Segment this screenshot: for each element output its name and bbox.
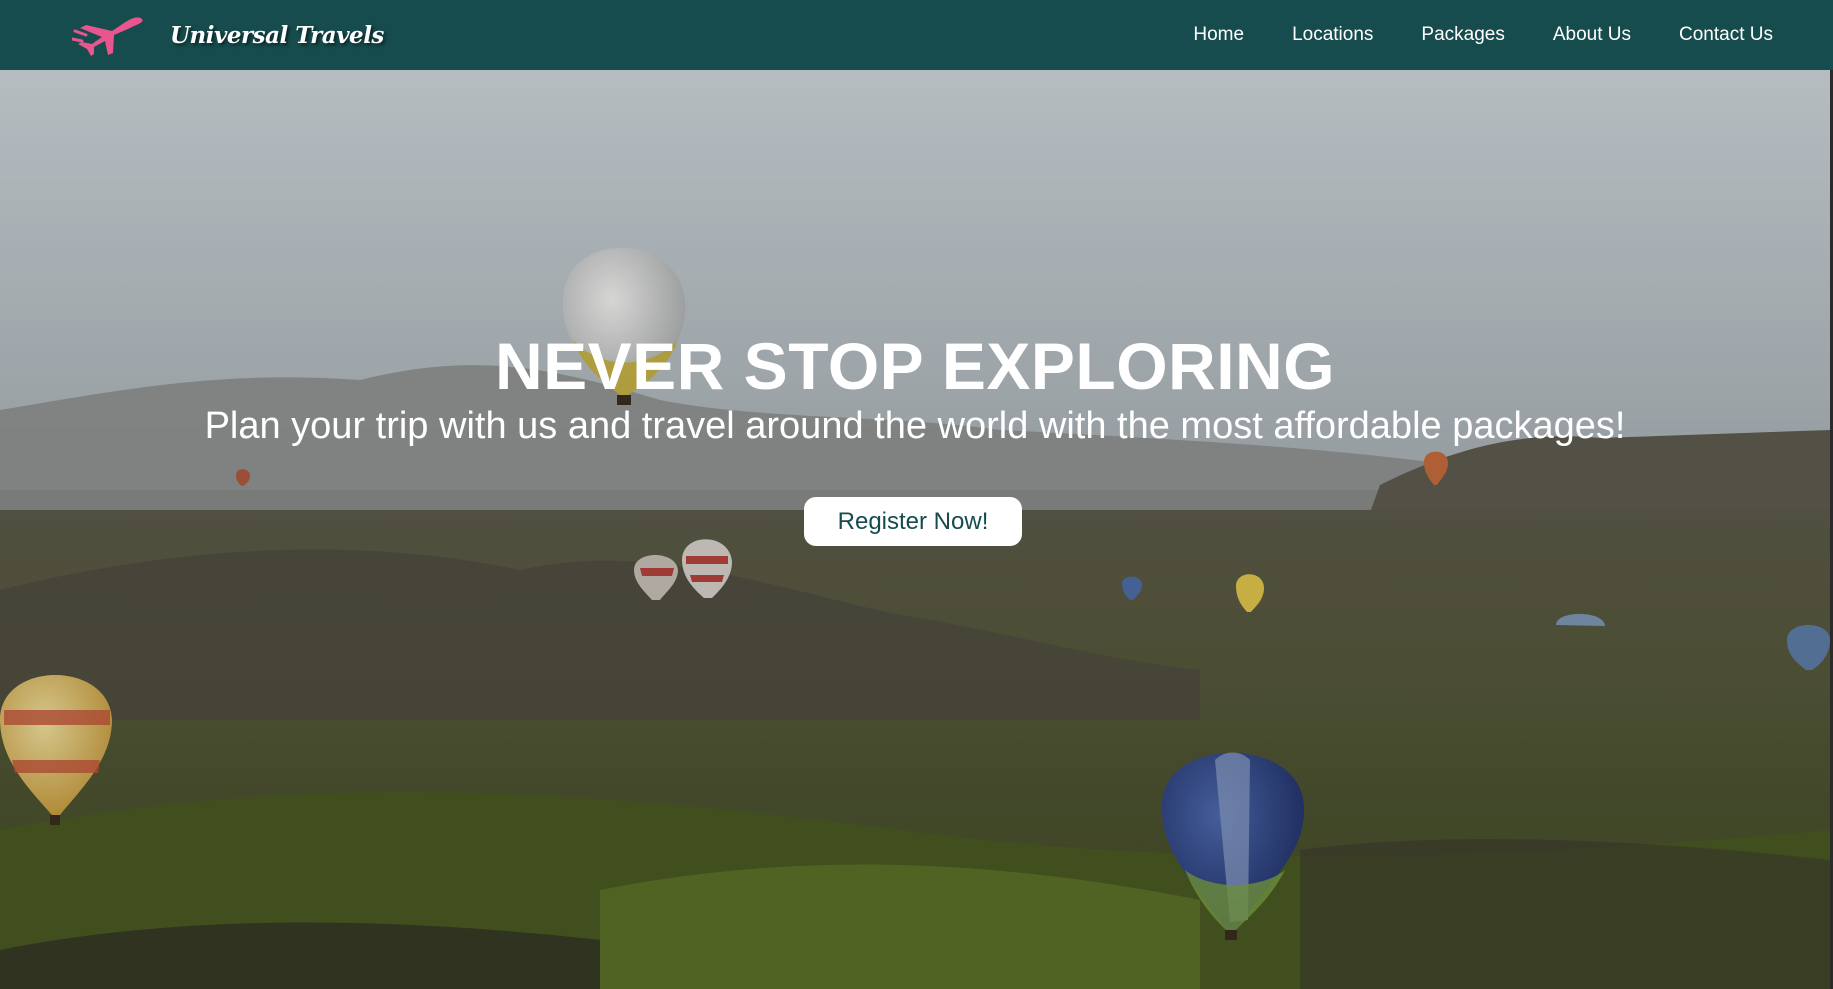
nav-link-home[interactable]: Home xyxy=(1193,24,1244,46)
nav-link-packages[interactable]: Packages xyxy=(1421,24,1504,46)
page: Universal Travels Home Locations Package… xyxy=(0,0,1833,989)
airplane-icon xyxy=(72,17,143,56)
hero-subtitle: Plan your trip with us and travel around… xyxy=(204,405,1626,447)
hero-section: NEVER STOP EXPLORING Plan your trip with… xyxy=(0,70,1830,989)
nav-link-locations[interactable]: Locations xyxy=(1292,24,1373,46)
nav-menu: Home Locations Packages About Us Contact… xyxy=(1145,0,1773,70)
nav-link-about-us[interactable]: About Us xyxy=(1553,24,1631,46)
nav-link-contact-us[interactable]: Contact Us xyxy=(1679,24,1773,46)
top-navbar: Universal Travels Home Locations Package… xyxy=(0,0,1833,70)
brand-link[interactable]: Universal Travels xyxy=(72,0,384,70)
brand-name: Universal Travels xyxy=(170,21,384,49)
hero-title: NEVER STOP EXPLORING xyxy=(494,329,1336,403)
register-now-button[interactable]: Register Now! xyxy=(804,497,1022,546)
